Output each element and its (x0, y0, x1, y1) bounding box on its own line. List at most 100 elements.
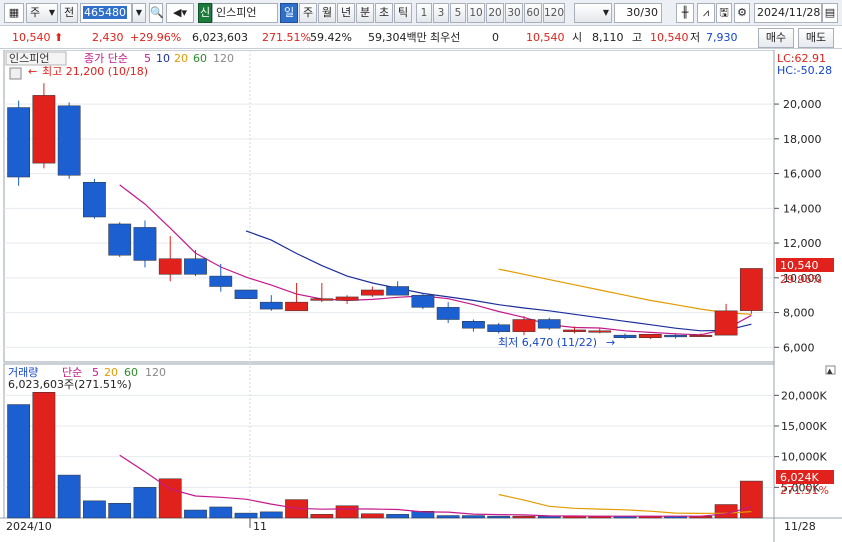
candle-body (689, 334, 713, 337)
vol-ma120-label: 120 (145, 366, 166, 379)
volume-annotation: 6,023,603주(271.51%) (8, 378, 132, 391)
candle-body (7, 107, 31, 178)
hc-label: HC:-50.28 (777, 64, 832, 77)
interval-button-10[interactable]: 10 (467, 3, 485, 23)
candle-body (664, 334, 687, 338)
ma10-label: 10 (156, 52, 170, 65)
prev-button[interactable]: 전 (60, 3, 78, 23)
candle-body (133, 227, 157, 261)
candle-body (714, 310, 738, 336)
buy-button[interactable]: 매수 (758, 28, 794, 48)
svg-text:▲: ▲ (827, 367, 833, 375)
ma20-label: 20 (174, 52, 188, 65)
volume-bar (310, 514, 334, 519)
date-field[interactable]: 2024/11/28 (754, 3, 822, 23)
code-dropdown-icon[interactable]: ▼ (132, 3, 146, 23)
volume-tick-label: 20,000K (781, 389, 827, 402)
table-icon[interactable] (9, 67, 22, 80)
volume-bar (487, 515, 511, 519)
volume-bar (335, 505, 359, 519)
volume-bar (57, 474, 81, 519)
candle-body (436, 307, 460, 320)
count-field[interactable]: 30/30 (614, 3, 662, 23)
stock-name: 인스피언 (212, 3, 278, 23)
candle-body (613, 334, 637, 339)
price-panel-name: 인스피언 (9, 52, 49, 65)
candle-body (259, 301, 283, 310)
interval-button-120[interactable]: 120 (543, 3, 565, 23)
interval-button-5[interactable]: 5 (450, 3, 466, 23)
chart-type-select[interactable]: 주 ▼ (26, 3, 58, 23)
volume-bar (360, 513, 384, 519)
stock-chart[interactable]: 20,000 18,000 16,000 14,000 12,000 10,000 8,00… (0, 49, 842, 542)
new-listing-badge: 신 (198, 3, 212, 23)
open-price: 8,110 (592, 31, 624, 44)
gear-icon[interactable]: ⚙ (734, 3, 750, 23)
quote-bar: 10,540 ⬆ 2,430 +29.96% 6,023,603 271.51%… (0, 27, 842, 49)
low-price: 7,930 (706, 31, 738, 44)
interval-dropdown[interactable]: ▼ (574, 3, 612, 23)
change-percent: +29.96% (130, 31, 182, 44)
volume-bar (259, 511, 283, 519)
period-tab-6[interactable]: 틱 (394, 3, 412, 23)
price-tick-label: 6,000 (783, 341, 815, 354)
indicator-icon[interactable]: ⩘ (697, 3, 715, 23)
volume-tick-label: 10,000K (781, 451, 827, 464)
period-tab-1[interactable]: 주 (299, 3, 317, 23)
price-tick-label: 8,000 (783, 307, 815, 320)
calendar-icon[interactable]: ▤ (822, 3, 838, 23)
candle-body (184, 258, 207, 275)
interval-button-1[interactable]: 1 (416, 3, 432, 23)
period-tab-4[interactable]: 분 (356, 3, 374, 23)
candle-body (57, 105, 81, 176)
grid-menu-icon[interactable]: ▦ (4, 3, 24, 23)
candle-mode-icon[interactable]: ╫ (676, 3, 694, 23)
volume: 6,023,603 (192, 31, 248, 44)
trade-amount: 59,304백만 (368, 31, 427, 44)
x-label-end: 11/28 (784, 520, 816, 533)
price-tick-label: 20,000 (783, 98, 822, 111)
candle-body (638, 334, 662, 339)
candle-body (411, 294, 435, 308)
period-tab-0[interactable]: 일 (280, 3, 298, 23)
ma120-label: 120 (213, 52, 234, 65)
candle-body (487, 324, 511, 332)
price-tick-label: 12,000 (783, 237, 822, 250)
stock-code-input[interactable]: 465480 (80, 3, 132, 23)
low-annotation-arrow-icon: → (606, 336, 615, 349)
high-annotation-arrow-icon: ← (28, 65, 37, 78)
candle-body (537, 319, 561, 329)
volume-tick-label: 15,000K (781, 420, 827, 433)
x-label-month: 11 (253, 520, 267, 533)
candle-body (108, 223, 132, 256)
candle-body (739, 268, 763, 311)
volume-bar (209, 506, 233, 519)
ma-label: 종가 단순 (84, 52, 128, 65)
interval-button-60[interactable]: 60 (524, 3, 542, 23)
last-vol-pct: 271.51% (780, 484, 829, 497)
interval-button-20[interactable]: 20 (486, 3, 504, 23)
ma5-label: 5 (144, 52, 151, 65)
candle-body (209, 275, 233, 287)
open-label: 시 (572, 31, 583, 44)
volume-bar (386, 514, 410, 519)
low-label: 저 (690, 31, 701, 44)
interval-button-30[interactable]: 30 (505, 3, 523, 23)
period-tab-2[interactable]: 월 (318, 3, 336, 23)
toolbar: ▦ 주 ▼ 전 465480 ▼ 🔍 ◀▾ 신 인스피언 일주월년분초틱 1351… (0, 0, 842, 26)
search-icon[interactable]: 🔍 (149, 3, 164, 23)
price-tick-label: 18,000 (783, 133, 822, 146)
save-icon[interactable]: 🖫 (716, 3, 732, 23)
interval-button-3[interactable]: 3 (433, 3, 449, 23)
priority-value: 0 (492, 31, 499, 44)
sell-button[interactable]: 매도 (798, 28, 834, 48)
speaker-icon[interactable]: ◀▾ (166, 3, 194, 23)
up-arrow-icon: ⬆ (54, 31, 64, 44)
volume-bar (108, 503, 132, 519)
candle-body (386, 286, 410, 296)
volume-bar (133, 487, 157, 519)
current-price: 10,540 ⬆ (12, 31, 64, 44)
volume-bar (512, 515, 536, 519)
period-tab-3[interactable]: 년 (337, 3, 355, 23)
period-tab-5[interactable]: 초 (375, 3, 393, 23)
